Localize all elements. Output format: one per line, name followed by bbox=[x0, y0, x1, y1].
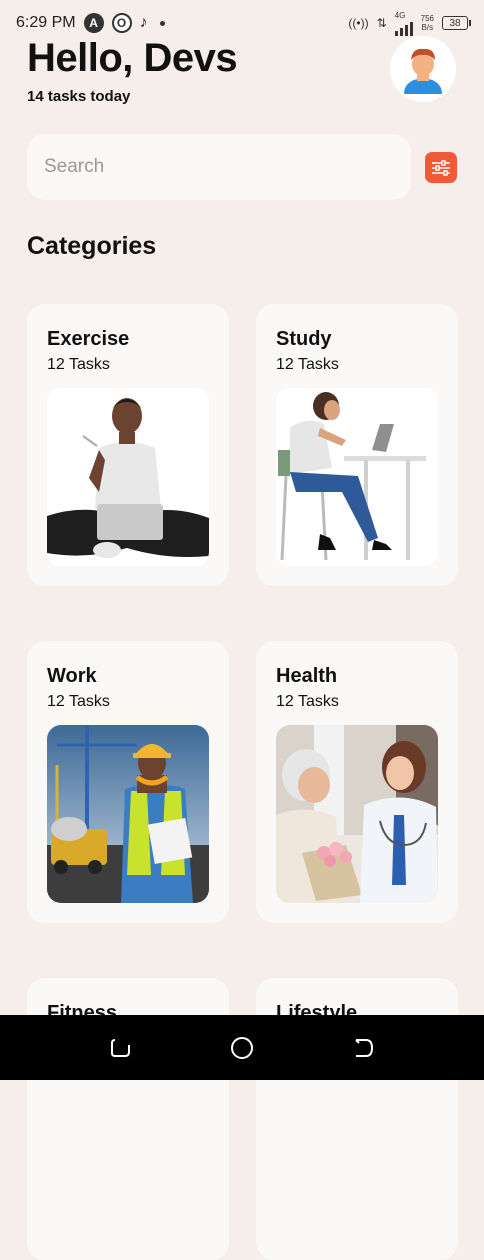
hotspot-icon: ((•)) bbox=[348, 16, 369, 30]
card-title: Health bbox=[276, 665, 338, 687]
battery-icon: 38 bbox=[442, 16, 471, 30]
status-time: 6:29 PM bbox=[16, 14, 76, 31]
card-title: Exercise bbox=[47, 328, 130, 350]
card-task-count: 12 Tasks bbox=[47, 693, 110, 710]
home-button[interactable] bbox=[229, 1035, 255, 1061]
back-button[interactable] bbox=[350, 1035, 376, 1061]
card-task-count: 12 Tasks bbox=[47, 356, 110, 373]
card-title: Work bbox=[47, 665, 97, 687]
greeting-title: Hello, Devs bbox=[27, 36, 238, 80]
person-with-laptop-image bbox=[47, 388, 209, 566]
network-type: 4G bbox=[394, 10, 406, 20]
card-task-count: 12 Tasks bbox=[276, 356, 339, 373]
speed-unit: B/s bbox=[421, 23, 434, 32]
recents-icon bbox=[111, 1039, 130, 1057]
home-icon bbox=[231, 1037, 253, 1059]
opera-icon: O bbox=[111, 13, 132, 33]
data-arrows-icon: ⇅ bbox=[376, 16, 387, 30]
sliders-icon bbox=[432, 159, 450, 176]
recents-button[interactable] bbox=[108, 1035, 134, 1061]
categories-title: Categories bbox=[27, 232, 157, 260]
category-card-exercise[interactable]: Exercise 12 Tasks bbox=[27, 304, 229, 586]
profile-avatar[interactable] bbox=[390, 36, 456, 102]
category-card-work[interactable]: Work 12 Tasks bbox=[27, 641, 229, 923]
network-speed: 756 B/s bbox=[421, 14, 434, 32]
battery-level: 38 bbox=[449, 17, 461, 29]
more-notifications-dot bbox=[159, 20, 165, 26]
app-notification-icon: A bbox=[83, 13, 104, 33]
tiktok-icon: ♪ bbox=[139, 14, 148, 31]
filter-button[interactable] bbox=[425, 152, 457, 183]
card-task-count: 12 Tasks bbox=[276, 693, 339, 710]
search-input[interactable] bbox=[42, 155, 411, 179]
category-card-health[interactable]: Health 12 Tasks bbox=[256, 641, 458, 923]
user-avatar-icon bbox=[404, 48, 442, 94]
system-navigation-bar bbox=[0, 1015, 484, 1080]
construction-worker-image bbox=[47, 725, 209, 903]
person-studying-at-desk-image bbox=[276, 388, 438, 566]
back-icon bbox=[355, 1039, 374, 1057]
nurse-with-patient-image bbox=[276, 725, 438, 903]
search-bar[interactable] bbox=[27, 134, 411, 200]
category-card-study[interactable]: Study 12 Tasks bbox=[256, 304, 458, 586]
card-title: Study bbox=[276, 328, 332, 350]
tasks-today-subtitle: 14 tasks today bbox=[27, 88, 131, 105]
speed-value: 756 bbox=[420, 14, 434, 23]
signal-icon bbox=[394, 20, 413, 36]
